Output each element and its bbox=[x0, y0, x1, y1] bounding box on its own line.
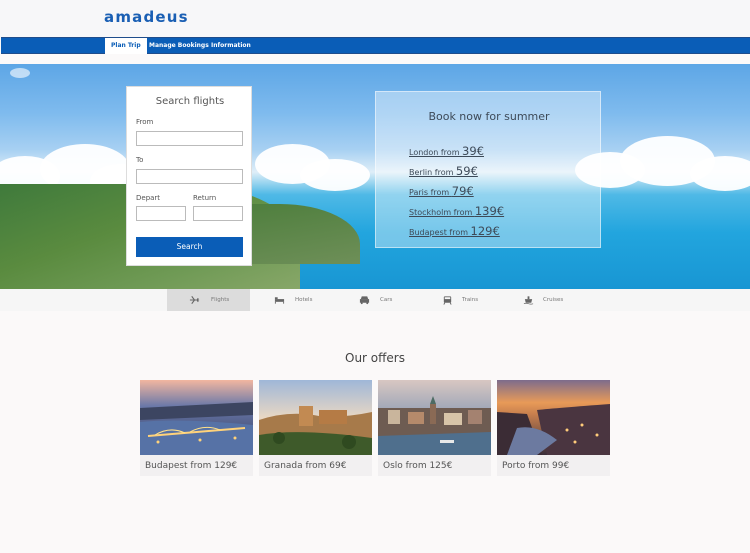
return-date-input[interactable] bbox=[193, 206, 243, 221]
summer-promo-panel: Book now for summer London from 39€ Berl… bbox=[375, 91, 601, 248]
amadeus-logo[interactable]: amadeus bbox=[104, 8, 189, 26]
deal-price: 79€ bbox=[451, 184, 474, 198]
deal-text: Berlin from bbox=[409, 168, 456, 177]
top-bar: amadeus bbox=[0, 0, 750, 37]
deal-link-berlin[interactable]: Berlin from 59€ bbox=[409, 164, 478, 178]
budapest-photo bbox=[140, 380, 253, 455]
porto-photo bbox=[497, 380, 610, 455]
tab-label: Cars bbox=[380, 297, 393, 303]
depart-label: Depart bbox=[136, 194, 161, 202]
to-input[interactable] bbox=[136, 169, 243, 184]
plane-icon bbox=[189, 296, 200, 304]
return-label: Return bbox=[193, 194, 217, 202]
tab-cars[interactable]: Cars bbox=[335, 289, 420, 311]
deal-link-stockholm[interactable]: Stockholm from 139€ bbox=[409, 204, 504, 218]
cloud-shape bbox=[10, 68, 30, 78]
tab-label: Hotels bbox=[295, 297, 313, 303]
deal-price: 139€ bbox=[474, 204, 505, 218]
deal-text: London from bbox=[409, 148, 463, 157]
to-label: To bbox=[136, 156, 144, 164]
deal-link-budapest[interactable]: Budapest from 129€ bbox=[409, 224, 500, 238]
offer-caption: Oslo from 125€ bbox=[383, 461, 453, 471]
tab-hotels[interactable]: Hotels bbox=[250, 289, 335, 311]
offer-card-budapest[interactable]: Budapest from 129€ bbox=[140, 380, 253, 476]
depart-date-input[interactable] bbox=[136, 206, 186, 221]
search-button[interactable]: Search bbox=[136, 237, 243, 257]
offers-title: Our offers bbox=[345, 351, 405, 365]
ship-icon bbox=[523, 296, 534, 305]
from-input[interactable] bbox=[136, 131, 243, 146]
tab-label: Cruises bbox=[543, 297, 564, 303]
deal-text: Paris from bbox=[409, 188, 452, 197]
nav-plan-trip[interactable]: Plan Trip bbox=[105, 38, 147, 54]
cloud-shape bbox=[690, 156, 750, 191]
main-nav: Plan Trip Manage Bookings Information bbox=[1, 37, 750, 54]
offer-card-porto[interactable]: Porto from 99€ bbox=[497, 380, 610, 476]
car-icon bbox=[359, 296, 370, 305]
cloud-shape bbox=[300, 159, 370, 191]
offer-caption: Porto from 99€ bbox=[502, 461, 570, 471]
deal-link-london[interactable]: London from 39€ bbox=[409, 144, 484, 158]
bed-icon bbox=[274, 297, 285, 304]
deal-link-paris[interactable]: Paris from 79€ bbox=[409, 184, 474, 198]
deal-price: 59€ bbox=[455, 164, 478, 178]
deal-text: Budapest from bbox=[409, 228, 471, 237]
tab-cruises[interactable]: Cruises bbox=[505, 289, 590, 311]
tab-flights[interactable]: Flights bbox=[167, 289, 250, 311]
from-label: From bbox=[136, 118, 154, 126]
deal-text: Stockholm from bbox=[409, 208, 475, 217]
offer-card-granada[interactable]: Granada from 69€ bbox=[259, 380, 372, 476]
granada-photo bbox=[259, 380, 372, 455]
promo-title: Book now for summer bbox=[428, 110, 550, 123]
offer-caption: Granada from 69€ bbox=[264, 461, 347, 471]
tab-trains[interactable]: Trains bbox=[420, 289, 505, 311]
tab-label: Trains bbox=[462, 297, 479, 303]
tab-label: Flights bbox=[211, 297, 230, 303]
offer-card-oslo[interactable]: Oslo from 125€ bbox=[378, 380, 491, 476]
travel-type-tabs: Flights Hotels Cars Trains Cruises bbox=[0, 289, 750, 311]
deal-price: 39€ bbox=[462, 144, 484, 158]
hillside-image bbox=[250, 204, 360, 264]
nav-information[interactable]: Information bbox=[205, 38, 257, 54]
train-icon bbox=[443, 296, 452, 305]
offer-caption: Budapest from 129€ bbox=[145, 461, 238, 471]
oslo-photo bbox=[378, 380, 491, 455]
deal-price: 129€ bbox=[470, 224, 500, 238]
search-flights-card: Search flights From To Depart Return Sea… bbox=[126, 86, 252, 266]
search-title: Search flights bbox=[155, 96, 225, 107]
